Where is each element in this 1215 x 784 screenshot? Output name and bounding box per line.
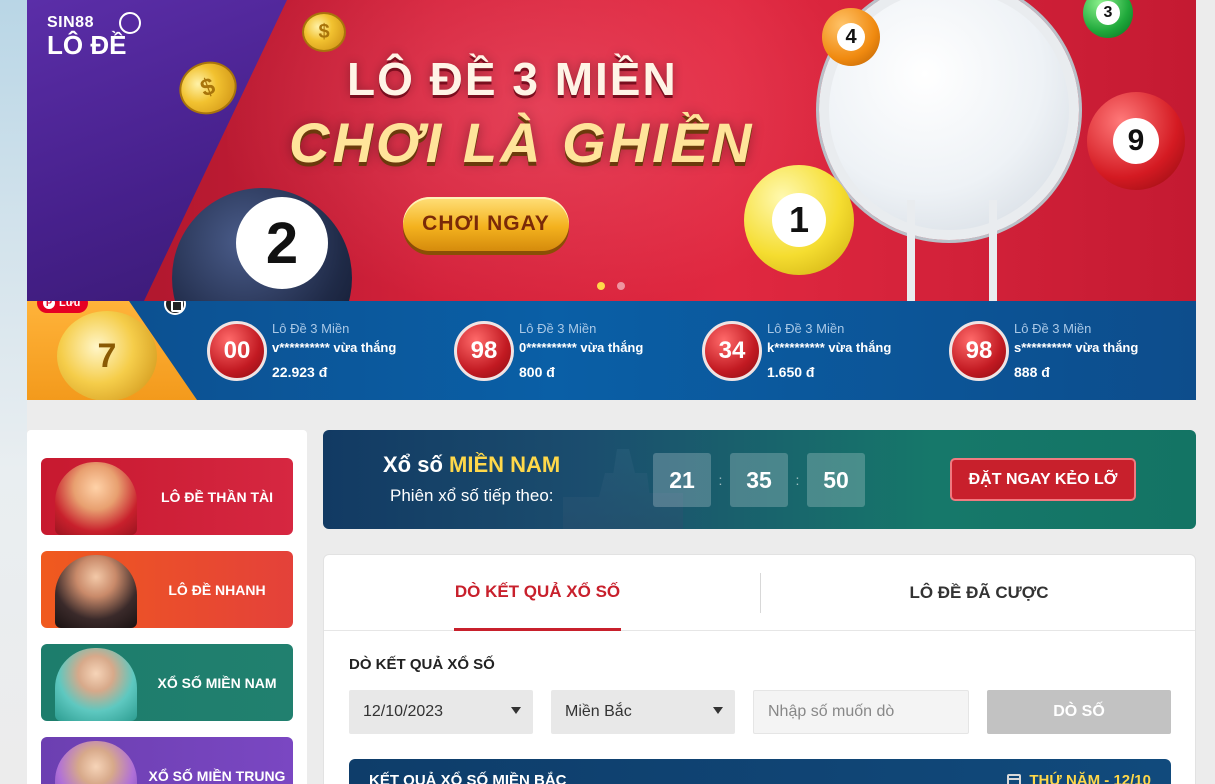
visual-search-icon[interactable] bbox=[164, 301, 186, 315]
ao-dai-figure-icon bbox=[55, 648, 137, 721]
lottery-ball-green: 3 bbox=[1083, 0, 1133, 38]
globe-stand bbox=[907, 200, 997, 301]
god-of-wealth-figure-icon bbox=[55, 462, 137, 535]
pinterest-save-button[interactable]: P Lưu bbox=[37, 301, 89, 313]
winner-user: v********** vừa thắng bbox=[272, 340, 397, 355]
sidebar-item-label: LÔ ĐỀ NHANH bbox=[168, 581, 266, 598]
winner-number-ball: 00 bbox=[207, 321, 267, 381]
page-background-edge bbox=[0, 0, 27, 784]
lottery-ball-yellow: 1 bbox=[744, 165, 854, 275]
carousel-dot[interactable] bbox=[597, 282, 605, 290]
carousel-dots[interactable] bbox=[597, 282, 625, 290]
number-search-input[interactable] bbox=[768, 703, 954, 721]
recent-winners-bar: 7 00 Lô Đề 3 Miền v********** vừa thắng … bbox=[27, 301, 1196, 400]
woman-figure-icon bbox=[55, 741, 137, 784]
hero-subtitle: CHƠI LÀ GHIỀN bbox=[289, 111, 755, 174]
countdown-minutes: 35 bbox=[730, 453, 788, 507]
calendar-icon bbox=[1007, 773, 1022, 784]
gold-coin-icon: $ bbox=[302, 12, 346, 52]
site-logo[interactable]: SIN88 LÔ ĐỀ bbox=[47, 12, 141, 60]
draw-title: Xổ số MIỀN NAM bbox=[383, 452, 560, 478]
tab-placed-bets[interactable]: LÔ ĐỀ ĐÃ CƯỢC bbox=[884, 555, 1074, 631]
results-tabs: DÒ KẾT QUẢ XỔ SỐ LÔ ĐỀ ĐÃ CƯỢC bbox=[324, 555, 1195, 631]
winner-item: 34 Lô Đề 3 Miền k********** vừa thắng 1.… bbox=[702, 321, 932, 383]
game-sidebar: LÔ ĐỀ THẦN TÀI LÔ ĐỀ NHANH XỔ SỐ MIỀN NA… bbox=[27, 430, 307, 784]
woman-figure-icon bbox=[55, 555, 137, 628]
bet-now-button[interactable]: ĐẶT NGAY KẺO LỠ bbox=[950, 458, 1136, 501]
region-select[interactable]: Miền Bắc bbox=[551, 690, 735, 734]
ball-number: 9 bbox=[1113, 118, 1159, 164]
winner-amount: 1.650 đ bbox=[767, 364, 815, 380]
winner-game: Lô Đề 3 Miền bbox=[767, 321, 845, 336]
chevron-down-icon bbox=[713, 707, 723, 714]
winner-user: s********** vừa thắng bbox=[1014, 340, 1139, 355]
sidebar-item-lo-de-than-tai[interactable]: LÔ ĐỀ THẦN TÀI bbox=[41, 458, 293, 535]
region-select-value: Miền Bắc bbox=[565, 703, 632, 720]
check-number-button[interactable]: DÒ SỐ bbox=[987, 690, 1171, 734]
winner-user: k********** vừa thắng bbox=[767, 340, 892, 355]
date-select-value: 12/10/2023 bbox=[363, 703, 444, 720]
winner-item: 98 Lô Đề 3 Miền s********** vừa thắng 88… bbox=[949, 321, 1179, 383]
trophy-number: 7 bbox=[97, 336, 117, 375]
sidebar-item-label: XỔ SỐ MIỀN TRUNG bbox=[148, 767, 286, 784]
pinterest-save-label: Lưu bbox=[59, 301, 81, 309]
hero-title: LÔ ĐỀ 3 MIỀN bbox=[347, 53, 678, 105]
results-table-header: KẾT QUẢ XỔ SỐ MIỀN BẮC THỨ NĂM - 12/10 bbox=[349, 759, 1171, 784]
draw-subtitle: Phiên xổ số tiếp theo: bbox=[390, 486, 554, 505]
winner-amount: 888 đ bbox=[1014, 364, 1050, 380]
winner-user: 0********** vừa thắng bbox=[519, 340, 644, 355]
results-date[interactable]: THỨ NĂM - 12/10 bbox=[1007, 772, 1151, 784]
countdown-timer: 21 : 35 : 50 bbox=[653, 453, 865, 507]
ball-number: 1 bbox=[772, 193, 826, 247]
hero-banner[interactable]: SIN88 LÔ ĐỀ $ $ LÔ ĐỀ 3 MIỀN CHƠI LÀ GHI… bbox=[27, 0, 1196, 301]
next-draw-bar: Xổ số MIỀN NAM Phiên xổ số tiếp theo: 21… bbox=[323, 430, 1196, 529]
ball-number: 3 bbox=[1096, 1, 1120, 25]
ball-number: 4 bbox=[837, 23, 865, 51]
countdown-seconds: 50 bbox=[807, 453, 865, 507]
number-search-field[interactable] bbox=[753, 690, 969, 734]
lottery-ball-orange: 4 bbox=[822, 8, 880, 66]
play-now-button[interactable]: CHƠI NGAY bbox=[403, 197, 569, 251]
sidebar-item-label: LÔ ĐỀ THẦN TÀI bbox=[161, 488, 273, 505]
lucky-ball-trophy-icon: 7 bbox=[57, 311, 157, 400]
results-date-label: THỨ NĂM - 12/10 bbox=[1029, 772, 1151, 784]
winner-item: 98 Lô Đề 3 Miền 0********** vừa thắng 80… bbox=[454, 321, 684, 383]
countdown-separator: : bbox=[795, 472, 800, 488]
sidebar-item-xo-so-mien-trung[interactable]: XỔ SỐ MIỀN TRUNG bbox=[41, 737, 293, 784]
lottery-results-panel: DÒ KẾT QUẢ XỔ SỐ LÔ ĐỀ ĐÃ CƯỢC DÒ KẾT QU… bbox=[323, 554, 1196, 784]
date-select[interactable]: 12/10/2023 bbox=[349, 690, 533, 734]
section-title: DÒ KẾT QUẢ XỔ SỐ bbox=[349, 656, 495, 673]
winner-game: Lô Đề 3 Miền bbox=[272, 321, 350, 336]
pinterest-icon: P bbox=[43, 301, 55, 309]
ball-number: 2 bbox=[236, 197, 328, 289]
lottery-ball-red: 9 bbox=[1087, 92, 1185, 190]
carousel-dot[interactable] bbox=[617, 282, 625, 290]
countdown-separator: : bbox=[718, 472, 723, 488]
draw-title-prefix: Xổ số bbox=[383, 452, 443, 477]
winner-game: Lô Đề 3 Miền bbox=[519, 321, 597, 336]
logo-product: LÔ ĐỀ bbox=[47, 30, 127, 60]
tab-check-results[interactable]: DÒ KẾT QUẢ XỔ SỐ bbox=[454, 555, 621, 631]
winner-item: 00 Lô Đề 3 Miền v********** vừa thắng 22… bbox=[207, 321, 437, 383]
countdown-hours: 21 bbox=[653, 453, 711, 507]
sidebar-item-label: XỔ SỐ MIỀN NAM bbox=[157, 674, 277, 691]
sidebar-item-lo-de-nhanh[interactable]: LÔ ĐỀ NHANH bbox=[41, 551, 293, 628]
winner-number-ball: 98 bbox=[454, 321, 514, 381]
chevron-down-icon bbox=[511, 707, 521, 714]
logo-wheel-icon bbox=[119, 12, 141, 34]
winner-number-ball: 98 bbox=[949, 321, 1009, 381]
results-title: KẾT QUẢ XỔ SỐ MIỀN BẮC bbox=[369, 772, 567, 784]
draw-title-region: MIỀN NAM bbox=[449, 452, 561, 477]
winner-game: Lô Đề 3 Miền bbox=[1014, 321, 1092, 336]
winner-number-ball: 34 bbox=[702, 321, 762, 381]
sidebar-item-xo-so-mien-nam[interactable]: XỔ SỐ MIỀN NAM bbox=[41, 644, 293, 721]
winner-amount: 22.923 đ bbox=[272, 364, 328, 380]
tab-divider bbox=[760, 573, 761, 613]
winner-amount: 800 đ bbox=[519, 364, 555, 380]
